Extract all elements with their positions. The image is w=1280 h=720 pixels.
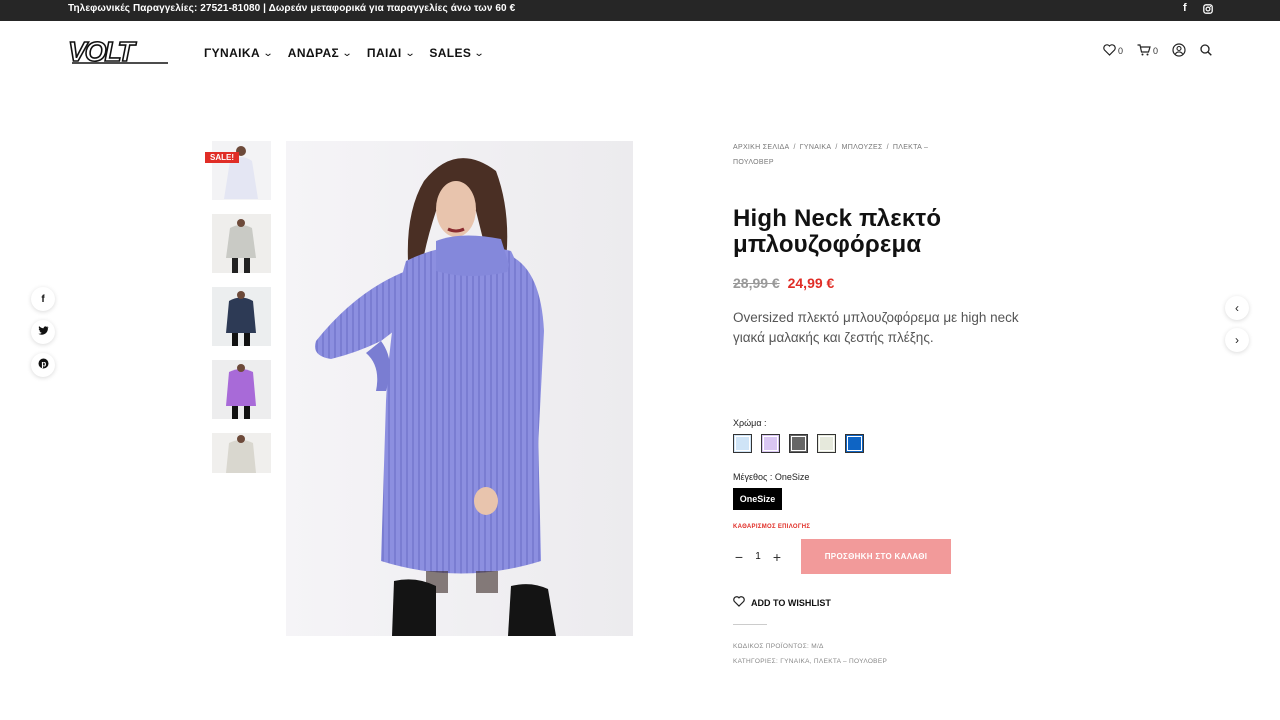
nav-women[interactable]: ΓΥΝΑΙΚΑ ⌄ [204,46,275,60]
color-swatch-cream[interactable] [817,434,836,453]
announcement-text: Τηλεφωνικές Παραγγελίες: 27521-81080 | Δ… [68,3,516,14]
quantity-input[interactable]: 1 [749,551,767,562]
quantity-stepper: − 1 + [733,539,783,574]
share-pinterest-button[interactable]: p [31,353,55,377]
wishlist-label: ADD TO WISHLIST [751,597,831,608]
sale-price: 24,99 € [787,275,835,291]
search-icon [1200,44,1212,58]
nav-kids-label: ΠΑΙΔΙ [366,46,402,60]
sku-text: ΚΩΔΙΚΟΣ ΠΡΟΪΟΝΤΟΣ: Μ/Δ [733,643,824,650]
user-icon [1172,43,1186,59]
clear-selection-link[interactable]: ΚΑΘΑΡΙΣΜΟΣ ΕΠΙΛΟΓΗΣ [733,524,810,530]
chevron-down-icon: ⌄ [404,47,416,59]
add-to-cart-button[interactable]: ΠΡΟΣΘΗΚΗ ΣΤΟ ΚΑΛΑΘΙ [801,539,951,574]
main-navigation: ΓΥΝΑΙΚΑ ⌄ ΑΝΔΡΑΣ ⌄ ΠΑΙΔΙ ⌄ SALES ⌄ [204,46,486,60]
breadcrumb-knitwear[interactable]: ΠΛΕΚΤΑ – [893,144,928,151]
thumbnail-3[interactable] [212,287,271,346]
nav-sales[interactable]: SALES ⌄ [429,46,486,60]
wishlist-count: 0 [1117,46,1123,56]
pinterest-icon: p [38,358,49,372]
quantity-decrease-button[interactable]: − [733,549,745,565]
share-facebook-button[interactable]: f [31,287,55,311]
nav-women-label: ΓΥΝΑΙΚΑ [204,46,261,60]
color-swatch-lilac[interactable] [761,434,780,453]
breadcrumb-separator: / [835,144,838,151]
thumbnail-5[interactable] [212,433,271,473]
size-label: Μέγεθος : OneSize [733,472,810,482]
product-summary: ΑΡΧΙΚΗ ΣΕΛΙΔΑ / ΓΥΝΑΙΚΑ / ΜΠΛΟΥΖΕΣ / ΠΛΕΚΤΑ – … [733,140,1053,665]
product-title: High Neck πλεκτό μπλουζοφόρεμα [733,205,942,258]
breadcrumb: ΑΡΧΙΚΗ ΣΕΛΙΔΑ / ΓΥΝΑΙΚΑ / ΜΠΛΟΥΖΕΣ / ΠΛΕΚΤΑ – … [733,140,1053,170]
thumbnail-2[interactable] [212,214,271,273]
cart-count: 0 [1152,46,1158,56]
color-swatch-blue[interactable] [845,434,864,453]
nav-men[interactable]: ΑΝΔΡΑΣ ⌄ [287,46,354,60]
color-swatch-grey[interactable] [789,434,808,453]
breadcrumb-women[interactable]: ΓΥΝΑΙΚΑ [800,144,832,151]
heart-icon [1103,44,1116,58]
breadcrumb-home[interactable]: ΑΡΧΙΚΗ ΣΕΛΙΔΑ [733,144,789,151]
thumbnail-gallery: SALE! [205,141,271,473]
product-meta: ΚΩΔΙΚΟΣ ΠΡΟΪΟΝΤΟΣ: Μ/Δ ΚΑΤΗΓΟΡΙΕΣ: ΓΥΝΑΙ… [733,639,887,669]
instagram-icon[interactable] [1203,4,1213,17]
chevron-right-icon: › [1235,333,1239,347]
facebook-icon[interactable]: f [1183,2,1187,14]
previous-product-button[interactable]: ‹ [1225,296,1249,320]
wishlist-header-button[interactable]: 0 [1103,44,1123,58]
breadcrumb-pullover[interactable]: ΠΟΥΛΟΒΕΡ [733,159,774,166]
nav-kids[interactable]: ΠΑΙΔΙ ⌄ [366,46,416,60]
cart-header-button[interactable]: 0 [1137,44,1158,58]
sale-badge: SALE! [205,152,239,163]
site-header: VOLT ΓΥΝΑΙΚΑ ⌄ ΑΝΔΡΑΣ ⌄ ΠΑΙΔΙ ⌄ SALES ⌄ … [0,21,1280,83]
color-label: Χρώμα : [733,418,767,428]
breadcrumb-separator: / [793,144,796,151]
svg-text:p: p [41,360,46,369]
cart-icon [1137,44,1151,58]
header-tools: 0 0 [1103,43,1212,59]
chevron-down-icon: ⌄ [262,47,275,59]
add-to-wishlist-link[interactable]: ADD TO WISHLIST [733,596,831,609]
nav-sales-label: SALES [429,46,472,60]
size-option-onesize[interactable]: OneSize [733,488,782,510]
twitter-icon [37,326,49,338]
search-button[interactable] [1200,44,1212,58]
product-price: 28,99 € 24,99 € [733,275,834,291]
facebook-icon: f [41,293,45,305]
quantity-increase-button[interactable]: + [771,549,783,565]
thumbnail-4[interactable] [212,360,271,419]
color-swatch-light-blue[interactable] [733,434,752,453]
volt-logo[interactable]: VOLT [67,35,172,72]
thumbnail-1[interactable] [212,141,271,200]
share-twitter-button[interactable] [31,320,55,344]
product-description: Oversized πλεκτό μπλουζοφόρεμα με high n… [733,310,1019,345]
chevron-down-icon: ⌄ [341,47,354,59]
breadcrumb-blouses[interactable]: ΜΠΛΟΥΖΕΣ [842,144,883,151]
product-pager: ‹ › [1225,296,1249,352]
meta-divider [733,624,767,625]
main-product-image[interactable] [286,141,633,636]
account-button[interactable] [1172,43,1186,59]
top-announcement-bar: Τηλεφωνικές Παραγγελίες: 27521-81080 | Δ… [0,0,1280,21]
heart-icon [733,596,745,609]
chevron-left-icon: ‹ [1235,301,1239,315]
chevron-down-icon: ⌄ [474,47,486,59]
nav-men-label: ΑΝΔΡΑΣ [287,46,340,60]
categories-text: ΚΑΤΗΓΟΡΙΕΣ: ΓΥΝΑΙΚΑ, ΠΛΕΚΤΑ – ΠΟΥΛΟΒΕΡ [733,658,888,665]
next-product-button[interactable]: › [1225,328,1249,352]
color-swatches [733,434,864,453]
old-price: 28,99 € [733,275,780,291]
share-rail: f p [31,287,55,377]
breadcrumb-separator: / [886,144,889,151]
